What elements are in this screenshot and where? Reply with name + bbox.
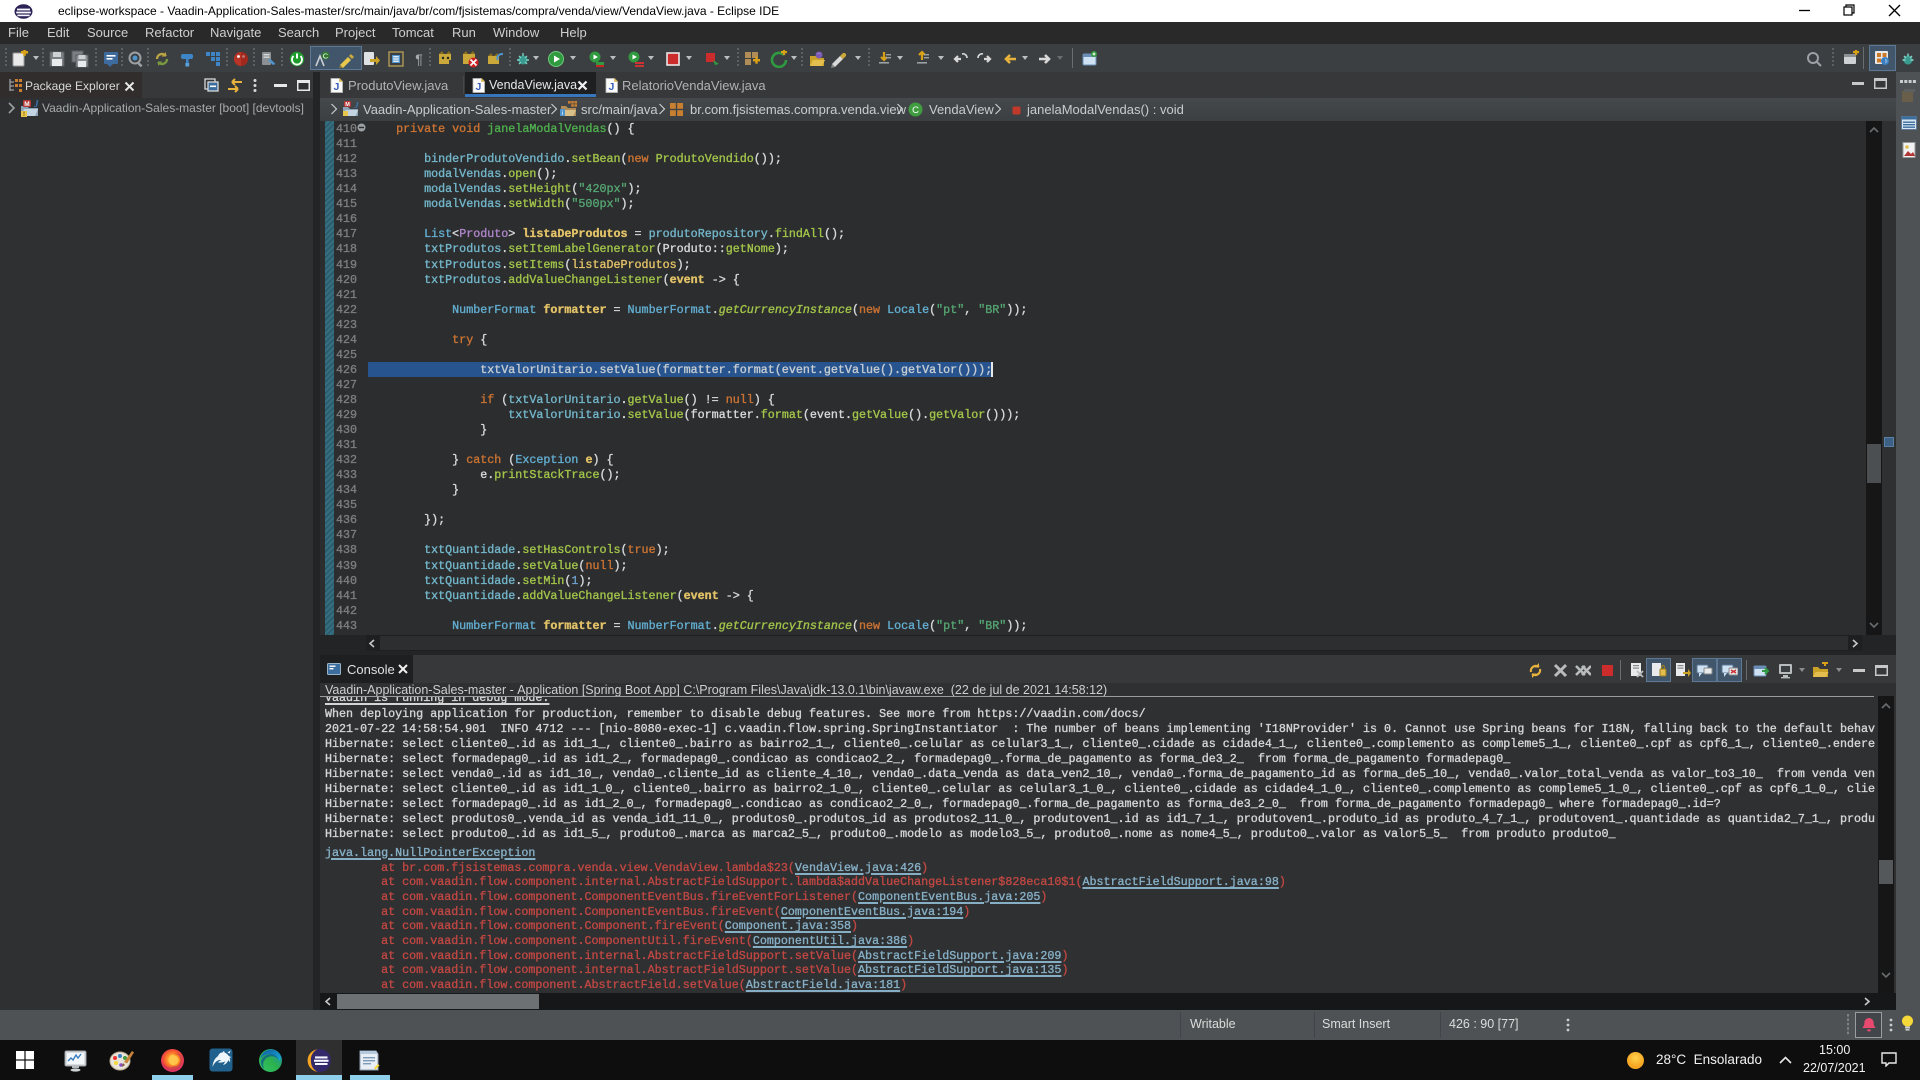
svg-text:C: C (912, 105, 919, 116)
svg-text:i: i (562, 111, 563, 117)
svg-text:C: C (323, 51, 329, 60)
svg-text:J: J (475, 81, 481, 93)
svg-text:M: M (345, 102, 350, 108)
svg-text:!: ! (23, 112, 25, 117)
svg-text:¶: ¶ (415, 51, 423, 67)
svg-text:M: M (24, 101, 29, 108)
svg-text:J: J (33, 99, 39, 109)
svg-text:J: J (354, 101, 360, 110)
svg-text:J: J (608, 81, 614, 93)
svg-text:J: J (333, 81, 339, 93)
